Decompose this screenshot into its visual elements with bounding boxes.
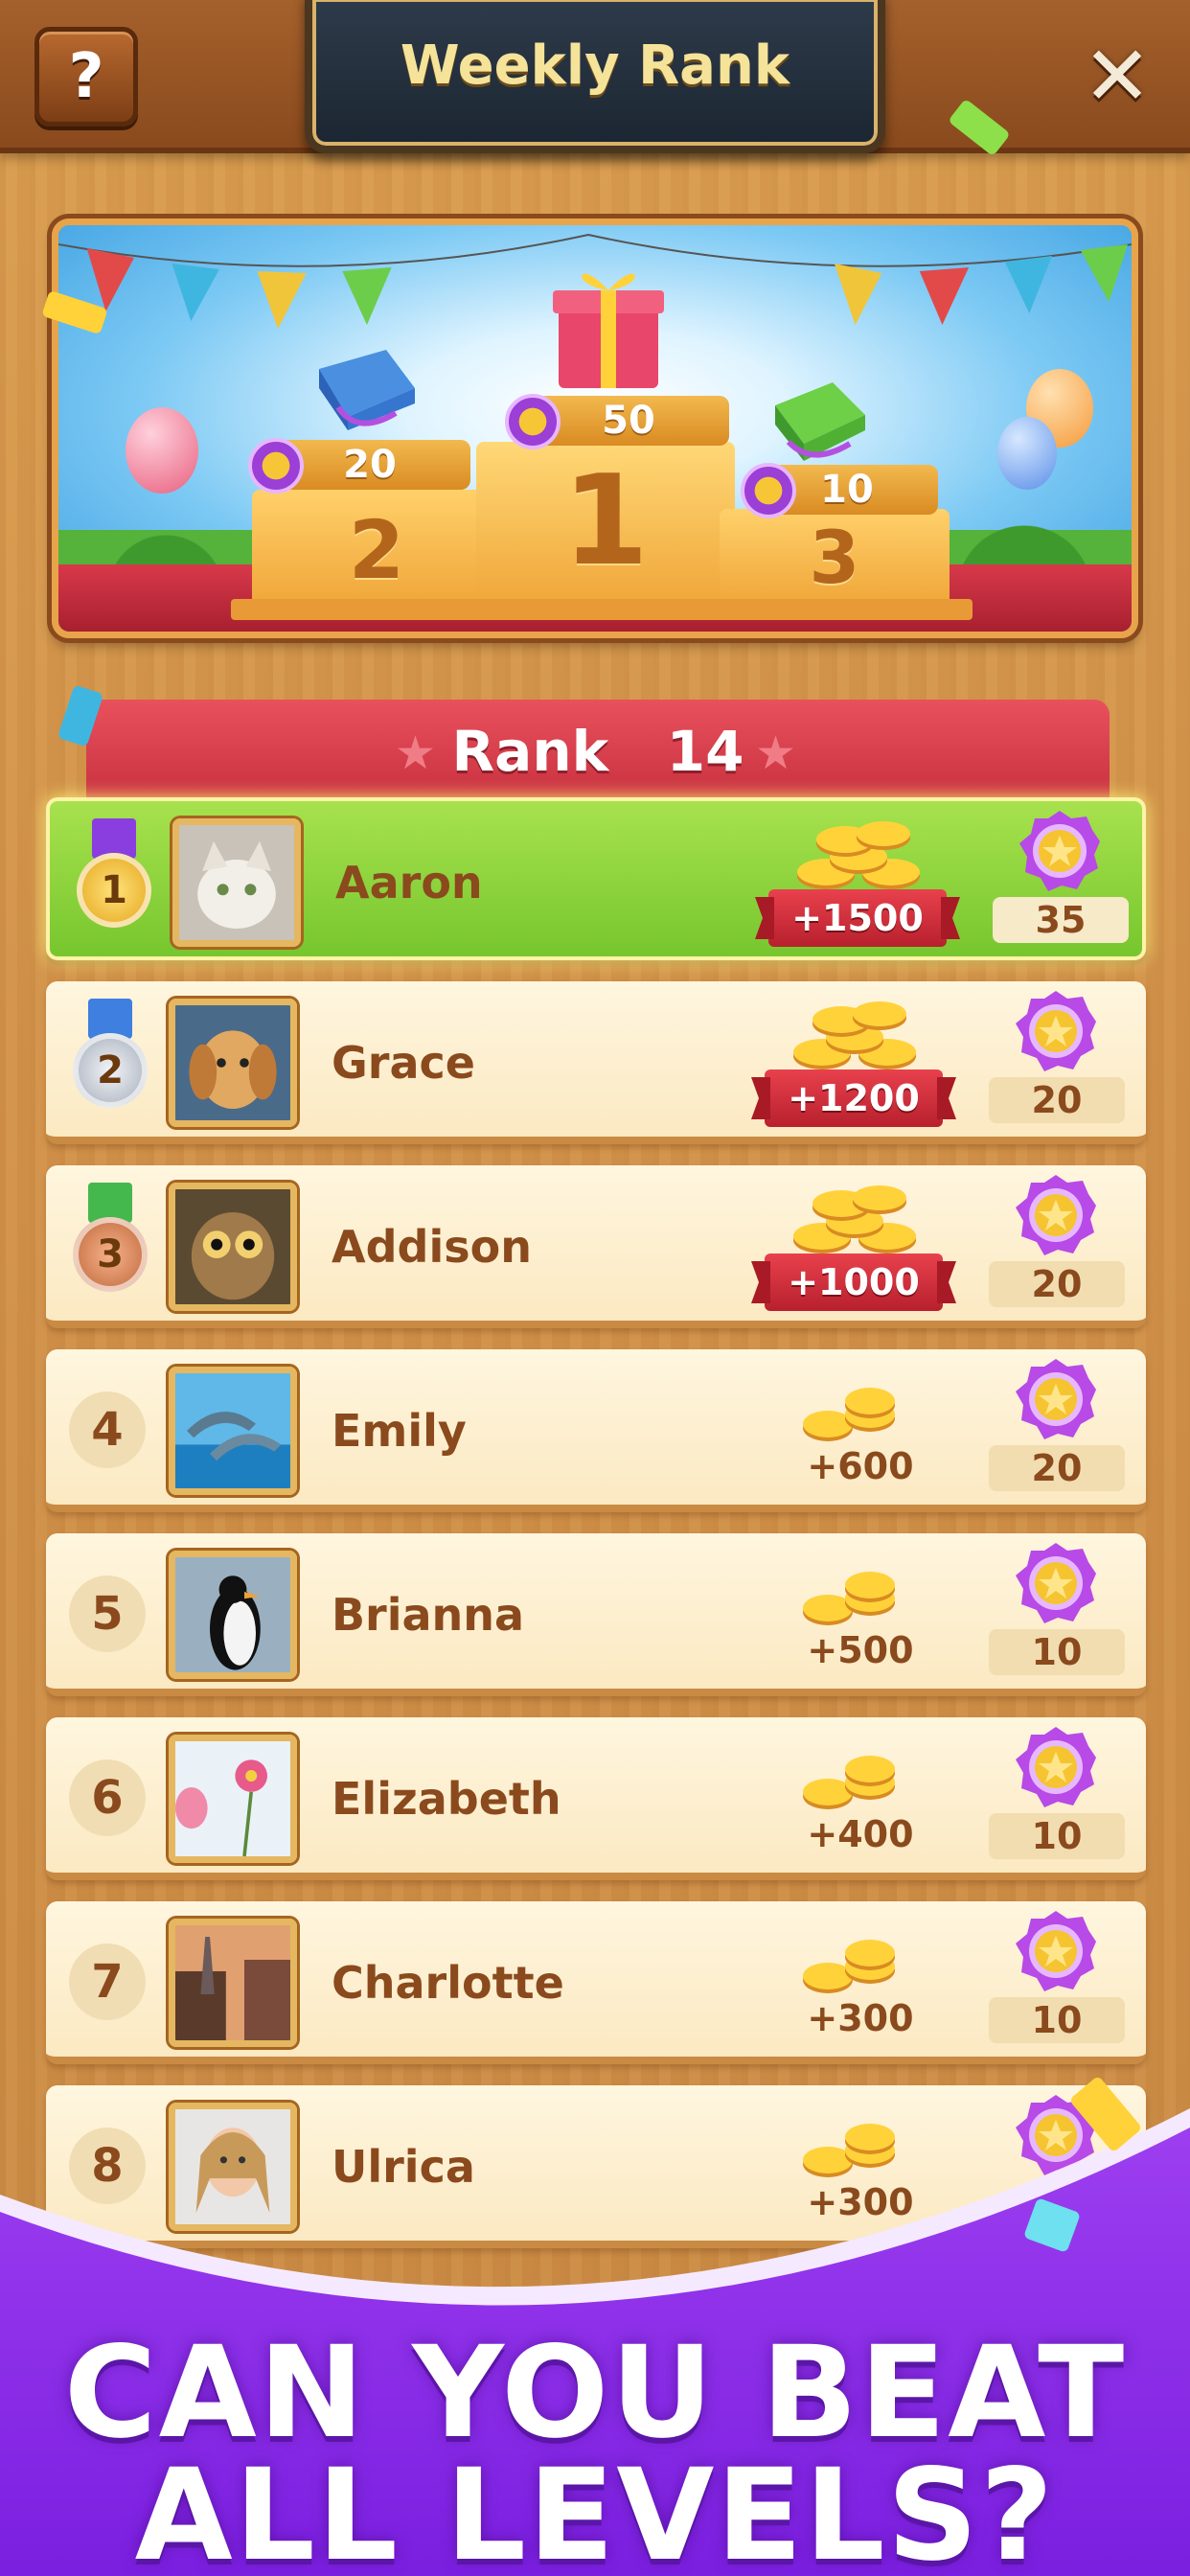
podium-second-number: 2 [348, 503, 405, 597]
coin-reward: +300 [807, 2181, 914, 2223]
rank-number: 8 [69, 2128, 146, 2204]
coin-reward: +600 [807, 1445, 914, 1487]
coin-pile-icon [784, 1183, 927, 1263]
coin-pile-icon [784, 999, 927, 1079]
avatar [169, 2103, 297, 2231]
star-count: 10 [989, 1629, 1125, 1675]
leaderboard-row[interactable]: 7 Charlotte +300 10 [46, 1901, 1146, 2064]
coin-pile-icon [788, 818, 931, 899]
medal-rank: 2 [73, 1033, 148, 1108]
second-reward-value: 20 [343, 443, 397, 487]
page-title: Weekly Rank [400, 34, 790, 97]
avatar [169, 1735, 297, 1863]
coin-reward: +1000 [765, 1254, 943, 1311]
my-rank-label: Rank 14 [86, 719, 1110, 784]
coins-icon [799, 2120, 904, 2185]
coin-reward: +500 [807, 1629, 914, 1671]
third-star-icon [741, 463, 796, 518]
player-name: Elizabeth [332, 1773, 561, 1825]
star-medal-icon [1014, 1909, 1098, 1993]
player-name: Ulrica [332, 2141, 475, 2193]
leaderboard-row[interactable]: 4 Emily +600 20 [46, 1349, 1146, 1512]
star-medal-icon [1014, 1173, 1098, 1257]
leaderboard-row[interactable]: 8 Ulrica +300 [46, 2085, 1146, 2248]
star-medal-icon [1014, 1357, 1098, 1441]
player-name: Grace [332, 1037, 475, 1089]
coins-icon [799, 1568, 904, 1633]
coins-icon [799, 1752, 904, 1817]
rank-number: 7 [69, 1944, 146, 2020]
help-button[interactable]: ? [34, 27, 138, 126]
coin-reward: +1500 [768, 889, 947, 947]
avatar [169, 1367, 297, 1495]
close-button[interactable]: ✕ [1079, 35, 1156, 118]
star-count: 10 [989, 1997, 1125, 2043]
avatar [172, 818, 301, 947]
second-star-icon [248, 438, 304, 494]
player-name: Brianna [332, 1589, 525, 1641]
medal-rank: 1 [77, 853, 151, 928]
rank-number: 6 [69, 1760, 146, 1836]
medal-rank: 3 [73, 1217, 148, 1292]
leaderboard-row[interactable]: 6 Elizabeth +400 10 [46, 1717, 1146, 1880]
avatar [169, 1551, 297, 1679]
player-name: Addison [332, 1221, 532, 1273]
star-medal-icon [1014, 989, 1098, 1073]
coin-reward: +1200 [765, 1070, 943, 1127]
coin-reward: +400 [807, 1813, 914, 1855]
rank-number: 4 [69, 1392, 146, 1468]
player-name: Charlotte [332, 1957, 564, 2009]
star-right-icon: ★ [755, 726, 797, 780]
podium-third: 3 [720, 509, 950, 603]
star-count: 10 [989, 1813, 1125, 1859]
star-medal-icon [1014, 1725, 1098, 1809]
my-rank-header: ★ Rank 14 ★ [86, 700, 1110, 805]
medal-icon: 3 [67, 1183, 153, 1307]
player-name: Emily [332, 1405, 467, 1457]
coins-icon [799, 1936, 904, 2001]
third-reward-value: 10 [820, 468, 874, 512]
promo-line-2: ALL LEVELS? [134, 2442, 1056, 2576]
podium-banner: 2 20 1 50 3 10 [52, 218, 1138, 638]
first-reward-value: 50 [602, 399, 655, 443]
podium-second: 2 [252, 490, 501, 603]
title-plaque: Weekly Rank [305, 0, 885, 153]
rank-word: Rank [451, 719, 609, 784]
first-star-icon [505, 394, 561, 449]
star-count: 20 [989, 1445, 1125, 1491]
leaderboard-row[interactable]: 5 Brianna +500 10 [46, 1533, 1146, 1696]
podium-first: 1 [476, 442, 735, 603]
leaderboard-row[interactable]: 2 Grace +1200 20 [46, 981, 1146, 1144]
leaderboard-row[interactable]: 1 Aaron +1500 35 [46, 797, 1146, 960]
podium-first-number: 1 [561, 448, 650, 593]
star-medal-icon [1018, 809, 1102, 893]
gift-box-red-icon [553, 273, 664, 388]
podium-base [231, 599, 973, 620]
medal-icon: 2 [67, 999, 153, 1123]
player-name: Aaron [335, 857, 483, 908]
medal-icon: 1 [71, 818, 157, 943]
avatar [169, 999, 297, 1127]
gift-box-blue-icon [319, 350, 415, 430]
coins-icon [799, 1384, 904, 1449]
avatar [169, 1919, 297, 2047]
coin-reward: +300 [807, 1997, 914, 2039]
rank-value: 14 [666, 719, 744, 784]
close-icon: ✕ [1082, 29, 1153, 125]
balloon-pink [126, 407, 198, 494]
help-label: ? [68, 41, 104, 112]
star-count: 35 [993, 897, 1129, 943]
avatar [169, 1183, 297, 1311]
balloon-blue [997, 417, 1057, 490]
star-count: 20 [989, 1261, 1125, 1307]
star-count: 20 [989, 1077, 1125, 1123]
leaderboard-row[interactable]: 3 Addison +1000 20 [46, 1165, 1146, 1328]
star-medal-icon [1014, 1541, 1098, 1625]
podium-third-number: 3 [809, 515, 860, 600]
gift-box-green-icon [775, 382, 865, 461]
rank-number: 5 [69, 1576, 146, 1652]
